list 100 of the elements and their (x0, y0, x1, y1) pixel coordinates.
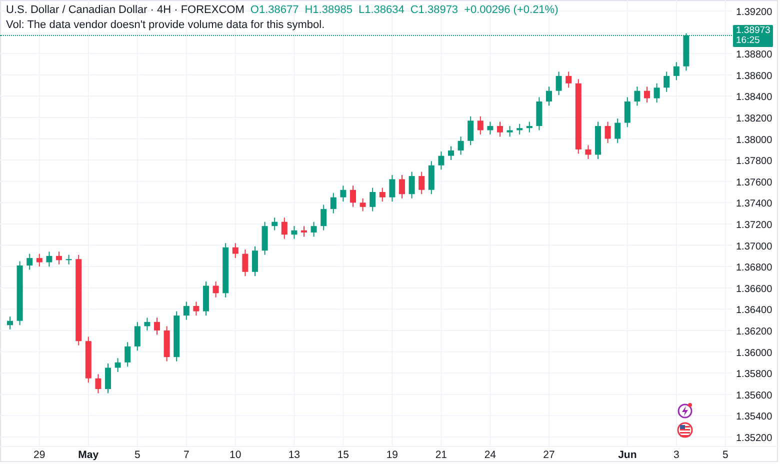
price-label: 1.37200 (736, 220, 772, 231)
change-value: +0.00296 (+0.21%) (464, 3, 558, 18)
candlestick (448, 146, 454, 161)
candlestick (154, 317, 160, 336)
candlestick (262, 221, 268, 256)
date-label: 5 (722, 449, 728, 461)
price-label: 1.38200 (736, 113, 772, 124)
candlestick (291, 226, 298, 240)
candlestick (634, 86, 640, 106)
candlestick (350, 185, 356, 208)
candlestick (360, 198, 366, 212)
candlestick (664, 71, 670, 92)
symbol-title: U.S. Dollar / Canadian Dollar · 4H · FOREXCOM (6, 3, 244, 18)
date-label: 13 (288, 449, 300, 461)
candlestick (193, 301, 200, 316)
date-label: 7 (183, 449, 190, 461)
candlestick (7, 316, 13, 330)
candlestick (164, 326, 170, 362)
ohlc-value: H1.38985 (304, 3, 352, 18)
candlestick (477, 116, 484, 135)
price-label: 1.35200 (736, 432, 772, 444)
candlestick (506, 125, 513, 138)
candlestick (389, 174, 396, 202)
candlestick (281, 217, 288, 240)
price-label: 1.38000 (736, 134, 772, 146)
price-label: 1.37600 (736, 177, 772, 188)
candlestick (487, 121, 494, 135)
candlestick (95, 374, 102, 394)
price-label: 1.36000 (736, 348, 772, 359)
volume-note: Vol: The data vendor doesn't provide volume data for this symbol. (6, 18, 325, 33)
candlestick (516, 123, 523, 135)
candlestick (222, 242, 229, 298)
candlestick (399, 174, 405, 199)
candlestick (585, 144, 592, 160)
candlestick (526, 121, 532, 133)
candlestick (252, 246, 258, 277)
candlestick (301, 226, 307, 238)
candlestick (16, 260, 23, 326)
date-label: May (78, 449, 99, 461)
candlestick (36, 253, 42, 268)
candlestick (497, 121, 503, 138)
date-label: Jun (618, 449, 637, 461)
candlestick (614, 118, 621, 144)
price-label: 1.36800 (736, 262, 772, 274)
candlestick (379, 187, 386, 202)
candlestick (212, 280, 219, 298)
candlestick (654, 82, 660, 104)
price-label: 1.35800 (736, 369, 772, 380)
ohlc-value: O1.38677 (250, 3, 299, 18)
date-label: 5 (134, 449, 140, 461)
price-label: 1.35400 (736, 412, 772, 423)
candlestick (556, 71, 562, 96)
price-label: 1.37800 (736, 156, 772, 168)
candlestick (458, 136, 464, 156)
date-label: 19 (386, 449, 398, 461)
candlestick (174, 310, 180, 362)
candlestick (310, 221, 317, 238)
candlestick (242, 249, 248, 277)
candlestick (56, 251, 62, 265)
price-label: 1.37000 (736, 241, 772, 252)
candlestick (134, 321, 140, 352)
candlestick (595, 121, 601, 160)
candlestick (370, 187, 376, 212)
date-label: 27 (543, 449, 555, 461)
price-label: 1.36600 (736, 284, 772, 295)
lightning-icon[interactable] (678, 403, 692, 418)
price-label: 1.38800 (736, 50, 772, 61)
ohlc-value: L1.38634 (358, 3, 404, 18)
ohlc-value: C1.38973 (410, 3, 458, 18)
us-flag-icon[interactable] (677, 422, 693, 438)
date-label: 15 (337, 449, 350, 461)
candlestick (428, 160, 434, 195)
price-label: 1.36400 (736, 305, 772, 316)
candlestick (183, 301, 190, 320)
candlestick (272, 217, 278, 231)
price-label: 1.38600 (736, 70, 772, 82)
candlestick (624, 96, 630, 128)
price-label: 1.39200 (736, 6, 772, 18)
candlestick (144, 317, 150, 331)
candlestick (26, 253, 33, 270)
candlestick (85, 336, 92, 384)
date-label: 10 (230, 449, 242, 461)
candlestick (105, 362, 111, 394)
candlestick (330, 192, 336, 214)
price-label: 1.35600 (736, 390, 772, 402)
candlestick (340, 185, 346, 202)
date-label: 21 (435, 449, 448, 461)
candlestick (203, 280, 209, 316)
candlestick (418, 171, 425, 195)
candlestick (546, 86, 552, 106)
countdown-text: 16:25 (736, 36, 761, 46)
candlestick (66, 254, 72, 265)
date-label: 29 (34, 449, 46, 461)
candlestick (438, 151, 444, 170)
candlestick (644, 86, 650, 104)
candlestick (566, 71, 572, 88)
candlestick (46, 251, 52, 268)
candlestick (114, 358, 121, 372)
price-text: 1.38973 (736, 26, 770, 36)
candlestick (604, 121, 611, 144)
